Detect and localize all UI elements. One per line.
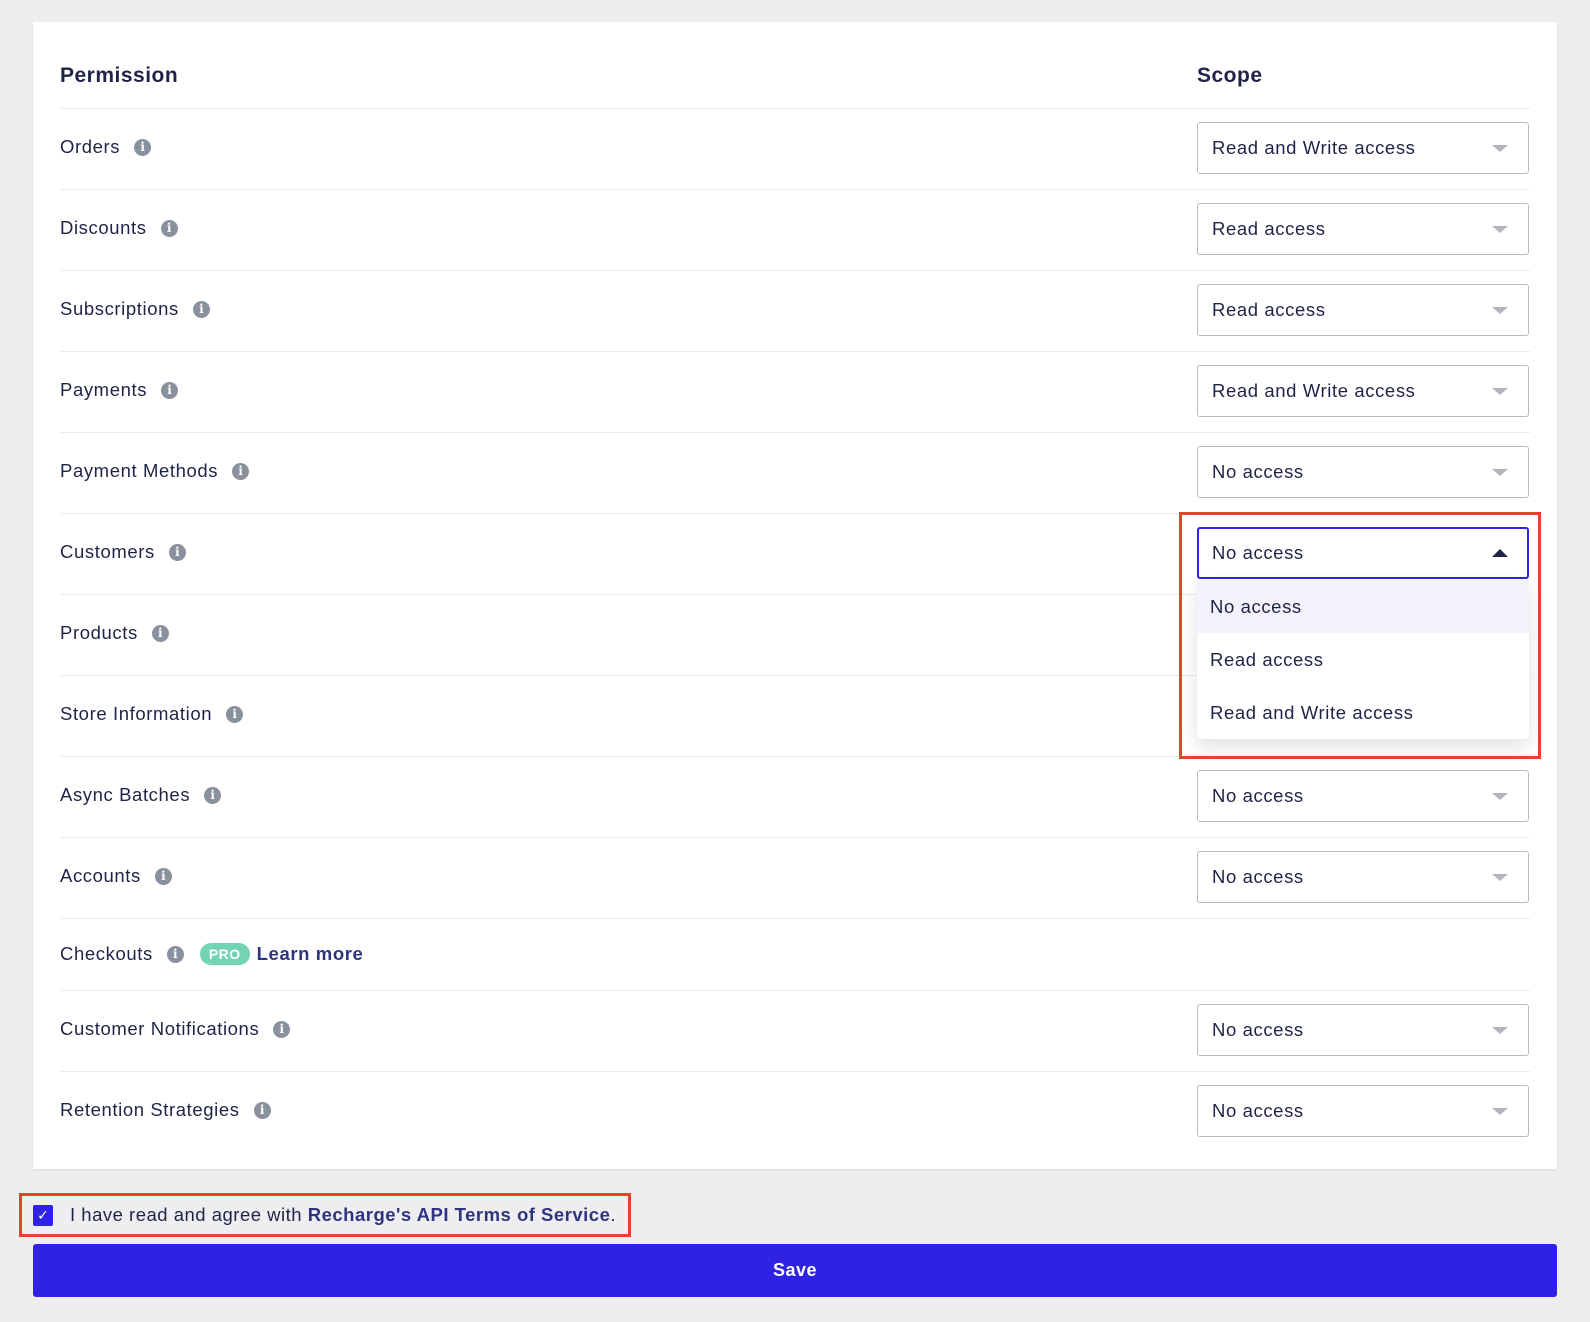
permission-row-payment-methods: Payment Methods i No access [60, 433, 1530, 514]
info-icon[interactable]: i [134, 138, 152, 156]
learn-more-link[interactable]: Learn more [257, 943, 364, 965]
caret-down-icon [1492, 1108, 1508, 1115]
terms-suffix: . [610, 1204, 617, 1225]
permission-row-payments: Payments i Read and Write access [60, 352, 1530, 433]
terms-prefix: I have read and agree with [70, 1204, 308, 1225]
permission-row-discounts: Discounts i Read access [60, 190, 1530, 271]
permissions-card: Permission Scope Orders i Read and Write … [33, 22, 1557, 1169]
permission-label: Store Information [60, 703, 213, 724]
info-icon[interactable]: i [232, 462, 250, 480]
permission-label: Payments [60, 379, 148, 400]
permission-label: Checkouts [60, 943, 153, 964]
dropdown-option-read-access[interactable]: Read access [1197, 633, 1529, 686]
info-icon[interactable]: i [273, 1020, 291, 1038]
scope-select-customer-notifications[interactable]: No access [1197, 1004, 1529, 1056]
save-button[interactable]: Save [33, 1244, 1557, 1297]
permission-label: Customers [60, 541, 155, 562]
caret-down-icon [1492, 793, 1508, 800]
dropdown-option-no-access[interactable]: No access [1197, 580, 1529, 633]
permission-row-checkouts: Checkouts i PRO Learn more [60, 919, 1530, 991]
caret-down-icon [1492, 469, 1508, 476]
scope-select-accounts[interactable]: No access [1197, 851, 1529, 903]
permission-row-subscriptions: Subscriptions i Read access [60, 271, 1530, 352]
scope-column-header: Scope [1197, 64, 1263, 87]
permission-label: Discounts [60, 217, 147, 238]
terms-checkbox[interactable]: ✓ [33, 1204, 53, 1226]
permission-row-async-batches: Async Batches i No access [60, 757, 1530, 838]
permission-row-customers: Customers i No access No access Read acce… [60, 514, 1530, 739]
permission-label: Retention Strategies [60, 1099, 240, 1120]
scope-select-subscriptions[interactable]: Read access [1197, 284, 1529, 336]
permission-row-retention-strategies: Retention Strategies i No access [60, 1072, 1530, 1153]
permission-column-header: Permission [60, 64, 179, 87]
table-header: Permission Scope [60, 22, 1530, 109]
permission-row-accounts: Accounts i No access [60, 838, 1530, 919]
info-icon[interactable]: i [204, 786, 222, 804]
permissions-table: Permission Scope Orders i Read and Write … [60, 22, 1530, 1153]
permission-label: Products [60, 622, 138, 643]
terms-of-service-link[interactable]: Recharge's API Terms of Service [308, 1204, 611, 1225]
permission-label: Accounts [60, 865, 141, 886]
scope-select-value: No access [1212, 1019, 1304, 1040]
caret-down-icon [1492, 874, 1508, 881]
scope-select-value: No access [1212, 542, 1304, 563]
permission-label: Customer Notifications [60, 1018, 260, 1039]
caret-down-icon [1492, 388, 1508, 395]
dropdown-option-read-write-access[interactable]: Read and Write access [1197, 686, 1529, 739]
scope-select-discounts[interactable]: Read access [1197, 203, 1529, 255]
scope-select-value: Read and Write access [1212, 380, 1416, 401]
scope-dropdown-menu: No access Read access Read and Write acc… [1197, 580, 1529, 739]
scope-select-retention-strategies[interactable]: No access [1197, 1085, 1529, 1137]
pro-badge: PRO [199, 943, 250, 965]
scope-select-value: No access [1212, 1100, 1304, 1121]
permission-label: Orders [60, 136, 121, 157]
scope-select-async-batches[interactable]: No access [1197, 770, 1529, 822]
scope-select-customers[interactable]: No access [1197, 527, 1529, 579]
info-icon[interactable]: i [161, 381, 179, 399]
scope-select-value: Read access [1212, 218, 1326, 239]
permission-row-customer-notifications: Customer Notifications i No access [60, 991, 1530, 1072]
permission-label: Payment Methods [60, 460, 219, 481]
caret-down-icon [1492, 307, 1508, 314]
caret-down-icon [1492, 1027, 1508, 1034]
scope-select-payments[interactable]: Read and Write access [1197, 365, 1529, 417]
terms-text: I have read and agree with Recharge's AP… [70, 1204, 616, 1226]
permission-label: Async Batches [60, 784, 191, 805]
scope-select-value: No access [1212, 866, 1304, 887]
info-icon[interactable]: i [192, 300, 210, 318]
scope-select-value: No access [1212, 785, 1304, 806]
permission-row-orders: Orders i Read and Write access [60, 109, 1530, 190]
scope-select-orders[interactable]: Read and Write access [1197, 122, 1529, 174]
scope-select-payment-methods[interactable]: No access [1197, 446, 1529, 498]
info-icon[interactable]: i [168, 543, 186, 561]
info-icon[interactable]: i [226, 705, 244, 723]
caret-up-icon [1492, 549, 1508, 557]
caret-down-icon [1492, 226, 1508, 233]
terms-agreement: ✓ I have read and agree with Recharge's … [33, 1203, 616, 1227]
scope-select-value: Read access [1212, 299, 1326, 320]
scope-select-value: No access [1212, 461, 1304, 482]
caret-down-icon [1492, 145, 1508, 152]
info-icon[interactable]: i [151, 624, 169, 642]
info-icon[interactable]: i [166, 945, 184, 963]
info-icon[interactable]: i [253, 1101, 271, 1119]
permission-label: Subscriptions [60, 298, 179, 319]
scope-select-value: Read and Write access [1212, 137, 1416, 158]
info-icon[interactable]: i [160, 219, 178, 237]
info-icon[interactable]: i [154, 867, 172, 885]
